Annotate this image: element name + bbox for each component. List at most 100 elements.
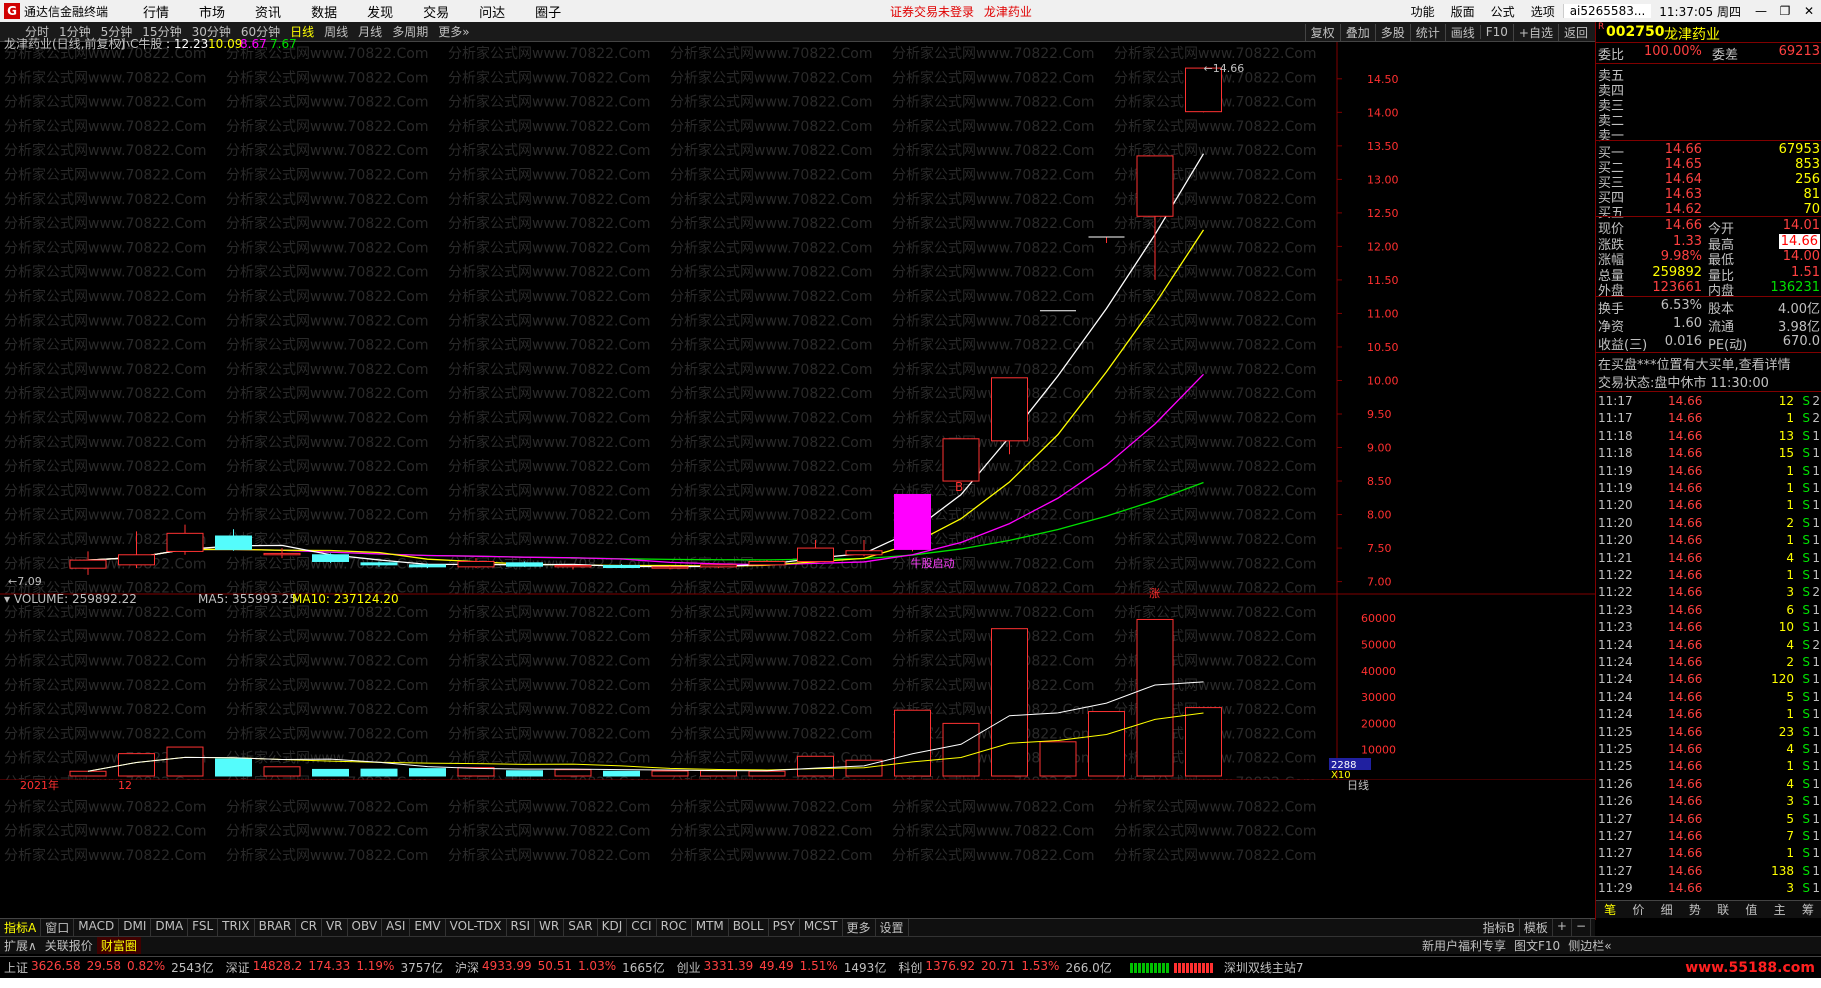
extend-right-tab-1[interactable]: 图文F10 xyxy=(1510,937,1564,954)
candle-body[interactable] xyxy=(797,547,834,562)
candle-body[interactable] xyxy=(991,377,1028,442)
indicator-tab-6[interactable]: TRIX xyxy=(218,919,255,936)
quote-value-2: 14.66 xyxy=(1778,233,1820,249)
indicator-tab-9[interactable]: VR xyxy=(322,919,348,936)
index-2[interactable]: 沪深 4933.99 50.51 1.03% 1665亿 xyxy=(451,959,673,976)
indicator-tab-2[interactable]: MACD xyxy=(74,919,120,936)
sidebar-tab-3[interactable]: 势 xyxy=(1681,901,1709,918)
indicator-tab-17[interactable]: KDJ xyxy=(598,919,628,936)
indicator-tab-20[interactable]: MTM xyxy=(692,919,729,936)
chart-watermark: 分析家公式网www.70822.Com xyxy=(226,191,428,208)
indicator-tab-19[interactable]: ROC xyxy=(657,919,692,936)
indicator-tab-5[interactable]: FSL xyxy=(188,919,219,936)
indicator-tab-11[interactable]: ASI xyxy=(382,919,411,936)
candle-body[interactable] xyxy=(651,566,689,569)
tick-row: 11:25 14.66 1 S 1 xyxy=(1596,759,1821,777)
divider xyxy=(1596,63,1821,64)
candle-body[interactable] xyxy=(1136,155,1174,217)
indicator-tab-15[interactable]: WR xyxy=(535,919,565,936)
indicator-right-tab-3[interactable]: − xyxy=(1572,919,1591,936)
kline-chart[interactable]: 分析家公式网www.70822.Com 分析家公式网www.70822.Com 分析… xyxy=(0,0,1595,918)
sidebar-tab-7[interactable]: 筹 xyxy=(1794,901,1821,918)
indicator-tab-1[interactable]: 窗口 xyxy=(41,919,75,936)
chart-watermark: 分析家公式网www.70822.Com xyxy=(670,653,872,670)
tick-count: 1 xyxy=(1812,724,1820,739)
chart-watermark: 分析家公式网www.70822.Com xyxy=(670,531,872,548)
indicator-tab-13[interactable]: VOL-TDX xyxy=(446,919,507,936)
candle-body[interactable] xyxy=(942,438,980,482)
chart-watermark: 分析家公式网www.70822.Com xyxy=(670,337,872,354)
tick-time: 11:22 xyxy=(1598,585,1633,600)
indicator-right-tab-1[interactable]: 模板 xyxy=(1520,919,1553,936)
candle-body[interactable] xyxy=(360,562,398,566)
indicator-tab-12[interactable]: EMV xyxy=(410,919,446,936)
bigorder-msg[interactable]: 在买盘***位置有大买单,查看详情 xyxy=(1596,354,1821,373)
candle-body[interactable] xyxy=(457,560,495,568)
indicator-right-tab-0[interactable]: 指标B xyxy=(1479,919,1520,936)
indicator-tab-4[interactable]: DMA xyxy=(151,919,189,936)
extend-tab-1[interactable]: 关联报价 xyxy=(41,937,97,954)
index-3[interactable]: 创业 3331.39 49.49 1.51% 1493亿 xyxy=(673,959,895,976)
tick-volume: 1 xyxy=(1786,533,1794,548)
bottom-edge xyxy=(0,978,1821,988)
indicator-tab-21[interactable]: BOLL xyxy=(729,919,769,936)
candle-body[interactable] xyxy=(69,559,107,569)
volume-bar xyxy=(1136,618,1174,777)
indicator-tab-16[interactable]: SAR xyxy=(564,919,598,936)
chart-watermark: 分析家公式网www.70822.Com xyxy=(4,847,206,864)
extend-tab-0[interactable]: 扩展∧ xyxy=(0,937,41,954)
sidebar-tab-1[interactable]: 价 xyxy=(1624,901,1652,918)
extend-right-tab-2[interactable]: 侧边栏« xyxy=(1564,937,1615,954)
candle-body[interactable] xyxy=(554,565,592,568)
bigorder-msg-text: 在买盘***位置有大买单,查看详情 xyxy=(1598,358,1791,373)
sidebar-tab-2[interactable]: 细 xyxy=(1653,901,1681,918)
indicator-tab-24[interactable]: 更多 xyxy=(843,919,876,936)
candle-body[interactable] xyxy=(312,554,349,562)
indicator-tab-7[interactable]: BRAR xyxy=(255,919,297,936)
divider xyxy=(1596,140,1821,141)
indicator-tab-0[interactable]: 指标A xyxy=(0,919,42,936)
chart-watermark: 分析家公式网www.70822.Com xyxy=(670,604,872,621)
indicator-tab-23[interactable]: MCST xyxy=(800,919,843,936)
tick-side: S xyxy=(1802,550,1810,565)
candle-body[interactable] xyxy=(894,493,931,550)
restore-icon[interactable]: ❐ xyxy=(1773,4,1797,18)
tick-volume: 1 xyxy=(1786,498,1794,513)
indicator-tab-18[interactable]: CCI xyxy=(627,919,657,936)
indicator-tab-8[interactable]: CR xyxy=(296,919,322,936)
minimize-icon[interactable]: — xyxy=(1749,4,1773,18)
candle-body[interactable] xyxy=(506,562,543,567)
extend-tab-2[interactable]: 财富圈 xyxy=(96,937,141,954)
index-4[interactable]: 科创 1376.92 20.71 1.53% 266.0亿 xyxy=(894,959,1119,976)
extend-right-tab-0[interactable]: 新用户福利专享 xyxy=(1418,937,1510,954)
sidebar-tab-6[interactable]: 主 xyxy=(1766,901,1794,918)
candle-body[interactable] xyxy=(166,532,204,552)
server-name[interactable]: 深圳双线主站7 xyxy=(1224,959,1304,976)
indicator-tab-22[interactable]: PSY xyxy=(769,919,800,936)
sidebar-tab-0[interactable]: 笔 xyxy=(1596,901,1624,918)
tick-time: 11:27 xyxy=(1598,811,1633,826)
close-icon[interactable]: ✕ xyxy=(1797,4,1821,18)
candle-body[interactable] xyxy=(409,564,446,568)
candle-body[interactable] xyxy=(700,564,737,568)
chart-watermark: 分析家公式网www.70822.Com xyxy=(226,264,428,281)
candle-body[interactable] xyxy=(603,565,640,569)
index-1[interactable]: 深证 14828.2 174.33 1.19% 3757亿 xyxy=(222,959,451,976)
indicator-tab-25[interactable]: 设置 xyxy=(876,919,909,936)
candle-body[interactable] xyxy=(263,552,301,556)
chart-watermark: 分析家公式网www.70822.Com xyxy=(226,167,428,184)
candle-body[interactable] xyxy=(845,550,883,556)
indicator-tab-14[interactable]: RSI xyxy=(507,919,536,936)
tick-time: 11:27 xyxy=(1598,846,1633,861)
sidebar-tab-5[interactable]: 值 xyxy=(1737,901,1765,918)
candle-body[interactable] xyxy=(118,554,155,566)
chart-watermark: 分析家公式网www.70822.Com xyxy=(226,288,428,305)
index-0[interactable]: 上证 3626.58 29.58 0.82% 2543亿 xyxy=(0,959,222,976)
candle-body[interactable] xyxy=(748,560,786,566)
indicator-tab-10[interactable]: OBV xyxy=(348,919,383,936)
divider xyxy=(1596,42,1821,43)
indicator-right-tab-2[interactable]: + xyxy=(1553,919,1572,936)
candle-body[interactable] xyxy=(215,535,252,550)
sidebar-tab-4[interactable]: 联 xyxy=(1709,901,1737,918)
indicator-tab-3[interactable]: DMI xyxy=(119,919,152,936)
